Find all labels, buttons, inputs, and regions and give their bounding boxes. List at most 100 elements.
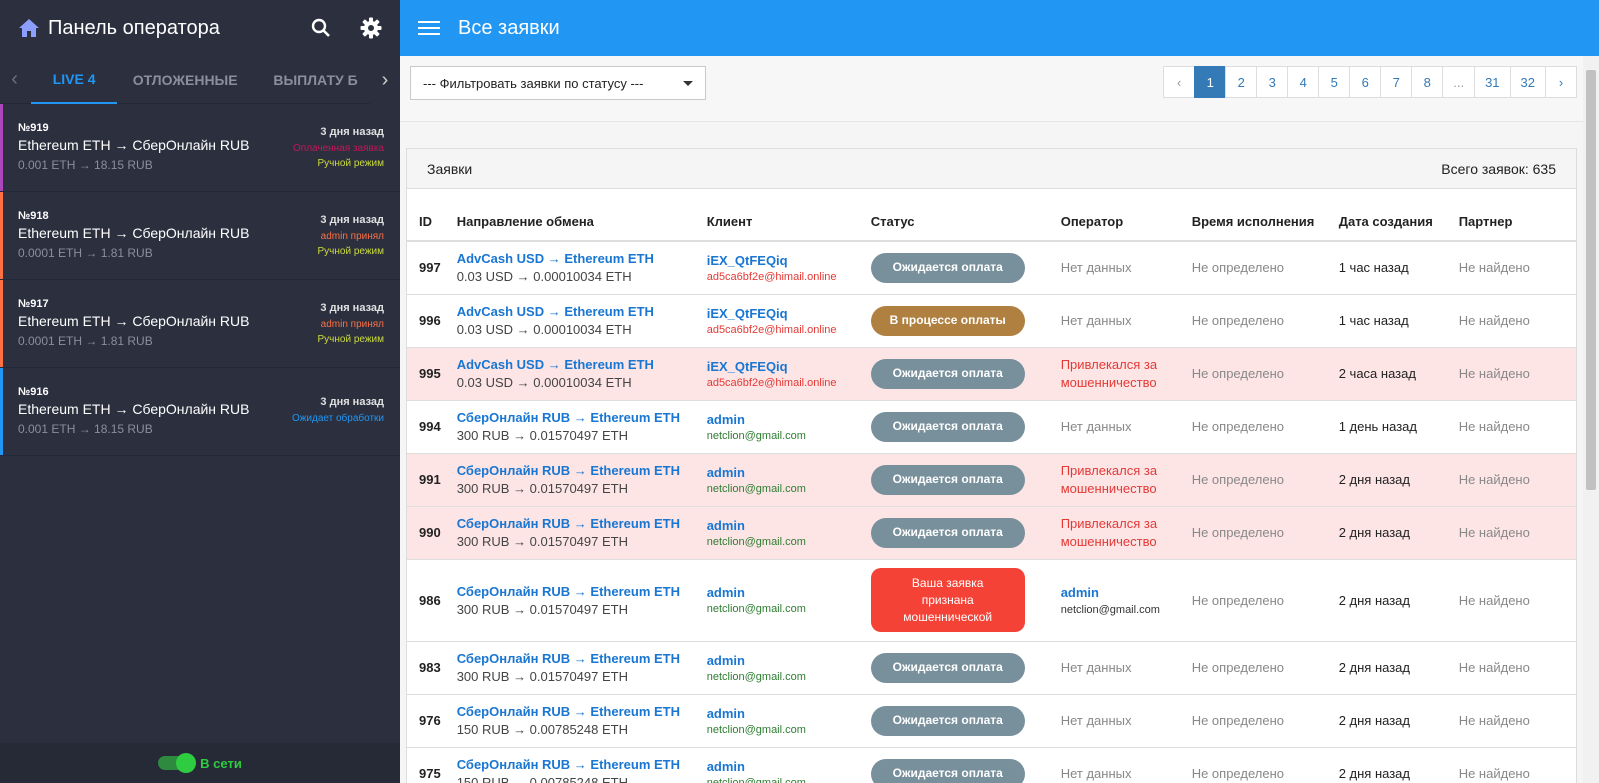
status-badge[interactable]: Ожидается оплата [870,652,1025,683]
exchange-amount: 150 RUB → 0.00785248 ETH [456,722,628,737]
table-header-row: ID Направление обмена Клиент Статус Опер… [407,203,1576,242]
table-row[interactable]: 997 AdvCash USD → Ethereum ETH 0.03 USD → … [407,240,1576,294]
status-badge[interactable]: Ожидается оплата [870,252,1025,283]
operator-cell-text: Привлекался за мошенничество [1060,462,1158,496]
client-name-link[interactable]: iEX_QtFEQiq [707,306,855,321]
client-name-link[interactable]: admin [707,412,855,427]
chevron-left-icon[interactable]: ‹ [0,56,29,104]
partner-cell: Не найдено [1450,640,1576,694]
execution-time: Не определено [1183,693,1331,747]
table-row[interactable]: 996 AdvCash USD → Ethereum ETH 0.03 USD → … [407,293,1576,347]
table-row[interactable]: 991 СберОнлайн RUB → Ethereum ETH 300 RUB … [407,452,1576,506]
exchange-amount: 150 RUB → 0.00785248 ETH [456,775,628,783]
exchange-direction-link[interactable]: AdvCash USD → Ethereum ETH [457,251,691,266]
direction-cell: СберОнлайн RUB → Ethereum ETH 300 RUB → 0… [448,452,699,506]
client-email: ad5ca6bf2e@himail.online [706,323,837,336]
exchange-direction-link[interactable]: СберОнлайн RUB → Ethereum ETH [457,463,691,478]
column-header: Клиент [698,203,863,242]
status-badge[interactable]: Ожидается оплата [870,358,1025,389]
client-cell: iEX_QtFEQiq ad5ca6bf2e@himail.online [698,346,863,400]
client-name-link[interactable]: iEX_QtFEQiq [707,359,855,374]
online-toggle[interactable] [158,753,197,773]
order-time: 3 дня назад [320,396,384,408]
page-prev[interactable]: ‹ [1163,66,1196,98]
menu-icon[interactable] [418,17,440,39]
client-name-link[interactable]: iEX_QtFEQiq [707,253,855,268]
order-id: 986 [407,558,449,641]
page-link[interactable]: 6 [1349,66,1382,98]
search-icon[interactable] [306,13,336,43]
sidebar-tabs: ‹ LIVE 4 ОТЛОЖЕННЫЕ ВЫПЛАТУ Б › [0,56,400,104]
exchange-direction-link[interactable]: СберОнлайн RUB → Ethereum ETH [457,410,691,425]
direction-cell: СберОнлайн RUB → Ethereum ETH 300 RUB → 0… [448,640,699,694]
table-row[interactable]: 976 СберОнлайн RUB → Ethereum ETH 150 RUB … [407,693,1576,747]
page-link[interactable]: 2 [1225,66,1258,98]
operator-cell-text: Нет данных [1060,419,1132,434]
exchange-direction-link[interactable]: AdvCash USD → Ethereum ETH [457,304,691,319]
status-badge[interactable]: Ожидается оплата [870,758,1025,783]
order-time: 3 дня назад [320,126,384,138]
home-icon[interactable] [16,15,42,41]
table-row[interactable]: 986 СберОнлайн RUB → Ethereum ETH 300 RUB … [407,558,1576,641]
client-name-link[interactable]: admin [707,518,855,533]
status-filter-select[interactable]: --- Фильтровать заявки по статусу --- [410,66,706,100]
page-link[interactable]: 31 [1474,66,1511,98]
table-row[interactable]: 994 СберОнлайн RUB → Ethereum ETH 300 RUB … [407,399,1576,453]
order-card[interactable]: №919 Ethereum ETH → СберОнлайн RUB 0.001… [0,104,400,192]
status-badge[interactable]: Ваша заявка признана мошеннической [870,568,1025,632]
status-badge[interactable]: В процессе оплаты [870,305,1025,336]
tab-delayed[interactable]: ОТЛОЖЕННЫЕ [117,56,253,104]
exchange-direction-link[interactable]: СберОнлайн RUB → Ethereum ETH [457,704,691,719]
client-name-link[interactable]: admin [707,706,855,721]
order-id: 990 [407,505,449,559]
client-name-link[interactable]: admin [707,585,855,600]
partner-cell: Не найдено [1450,452,1576,506]
status-badge[interactable]: Ожидается оплата [870,411,1025,442]
tab-live[interactable]: LIVE 4 [31,56,117,104]
status-badge[interactable]: Ожидается оплата [870,705,1025,736]
order-card[interactable]: №917 Ethereum ETH → СберОнлайн RUB 0.000… [0,280,400,368]
exchange-direction-link[interactable]: СберОнлайн RUB → Ethereum ETH [457,516,691,531]
column-header: Время исполнения [1183,203,1331,242]
page-next[interactable]: › [1545,66,1577,98]
execution-time: Не определено [1183,746,1331,783]
page-link[interactable]: 4 [1287,66,1320,98]
page-link[interactable]: 7 [1380,66,1413,98]
order-card[interactable]: №918 Ethereum ETH → СберОнлайн RUB 0.000… [0,192,400,280]
operator-cell: Привлекался за мошенничество [1052,452,1184,506]
order-card[interactable]: №916 Ethereum ETH → СберОнлайн RUB 0.001… [0,368,400,456]
operator-name[interactable]: admin [1061,585,1176,600]
table-row[interactable]: 983 СберОнлайн RUB → Ethereum ETH 300 RUB … [407,640,1576,694]
client-name-link[interactable]: admin [707,759,855,774]
client-name-link[interactable]: admin [707,653,855,668]
page-scrollbar[interactable] [1583,56,1599,783]
exchange-direction-link[interactable]: СберОнлайн RUB → Ethereum ETH [457,651,691,666]
page-link[interactable]: 3 [1256,66,1289,98]
exchange-direction-link[interactable]: СберОнлайн RUB → Ethereum ETH [457,757,691,772]
order-amount: 0.001 ETH → 18.15 RUB [18,422,153,436]
page-link[interactable]: 32 [1509,66,1546,98]
page-link[interactable]: 1 [1194,66,1227,98]
exchange-amount: 300 RUB → 0.01570497 ETH [456,534,628,549]
exchange-direction-link[interactable]: AdvCash USD → Ethereum ETH [457,357,691,372]
created-date: 2 дня назад [1330,558,1451,641]
table-row[interactable]: 975 СберОнлайн RUB → Ethereum ETH 150 RUB … [407,746,1576,783]
status-badge[interactable]: Ожидается оплата [870,464,1025,495]
page-link[interactable]: 5 [1318,66,1351,98]
client-cell: admin netclion@gmail.com [698,746,863,783]
status-badge[interactable]: Ожидается оплата [870,517,1025,548]
partner-cell: Не найдено [1450,746,1576,783]
client-cell: iEX_QtFEQiq ad5ca6bf2e@himail.online [698,240,863,294]
exchange-amount: 0.03 USD → 0.00010034 ETH [456,375,632,390]
client-name-link[interactable]: admin [707,465,855,480]
page-link[interactable]: 8 [1411,66,1444,98]
table-row[interactable]: 990 СберОнлайн RUB → Ethereum ETH 300 RUB … [407,505,1576,559]
exchange-direction-link[interactable]: СберОнлайн RUB → Ethereum ETH [457,584,691,599]
page-title: Все заявки [458,16,560,39]
order-id: 983 [407,640,449,694]
table-row[interactable]: 995 AdvCash USD → Ethereum ETH 0.03 USD → … [407,346,1576,400]
gear-icon[interactable] [356,13,386,43]
column-header: ID [407,203,449,242]
scrollbar-thumb[interactable] [1586,70,1596,490]
chevron-right-icon[interactable]: › [370,56,400,104]
